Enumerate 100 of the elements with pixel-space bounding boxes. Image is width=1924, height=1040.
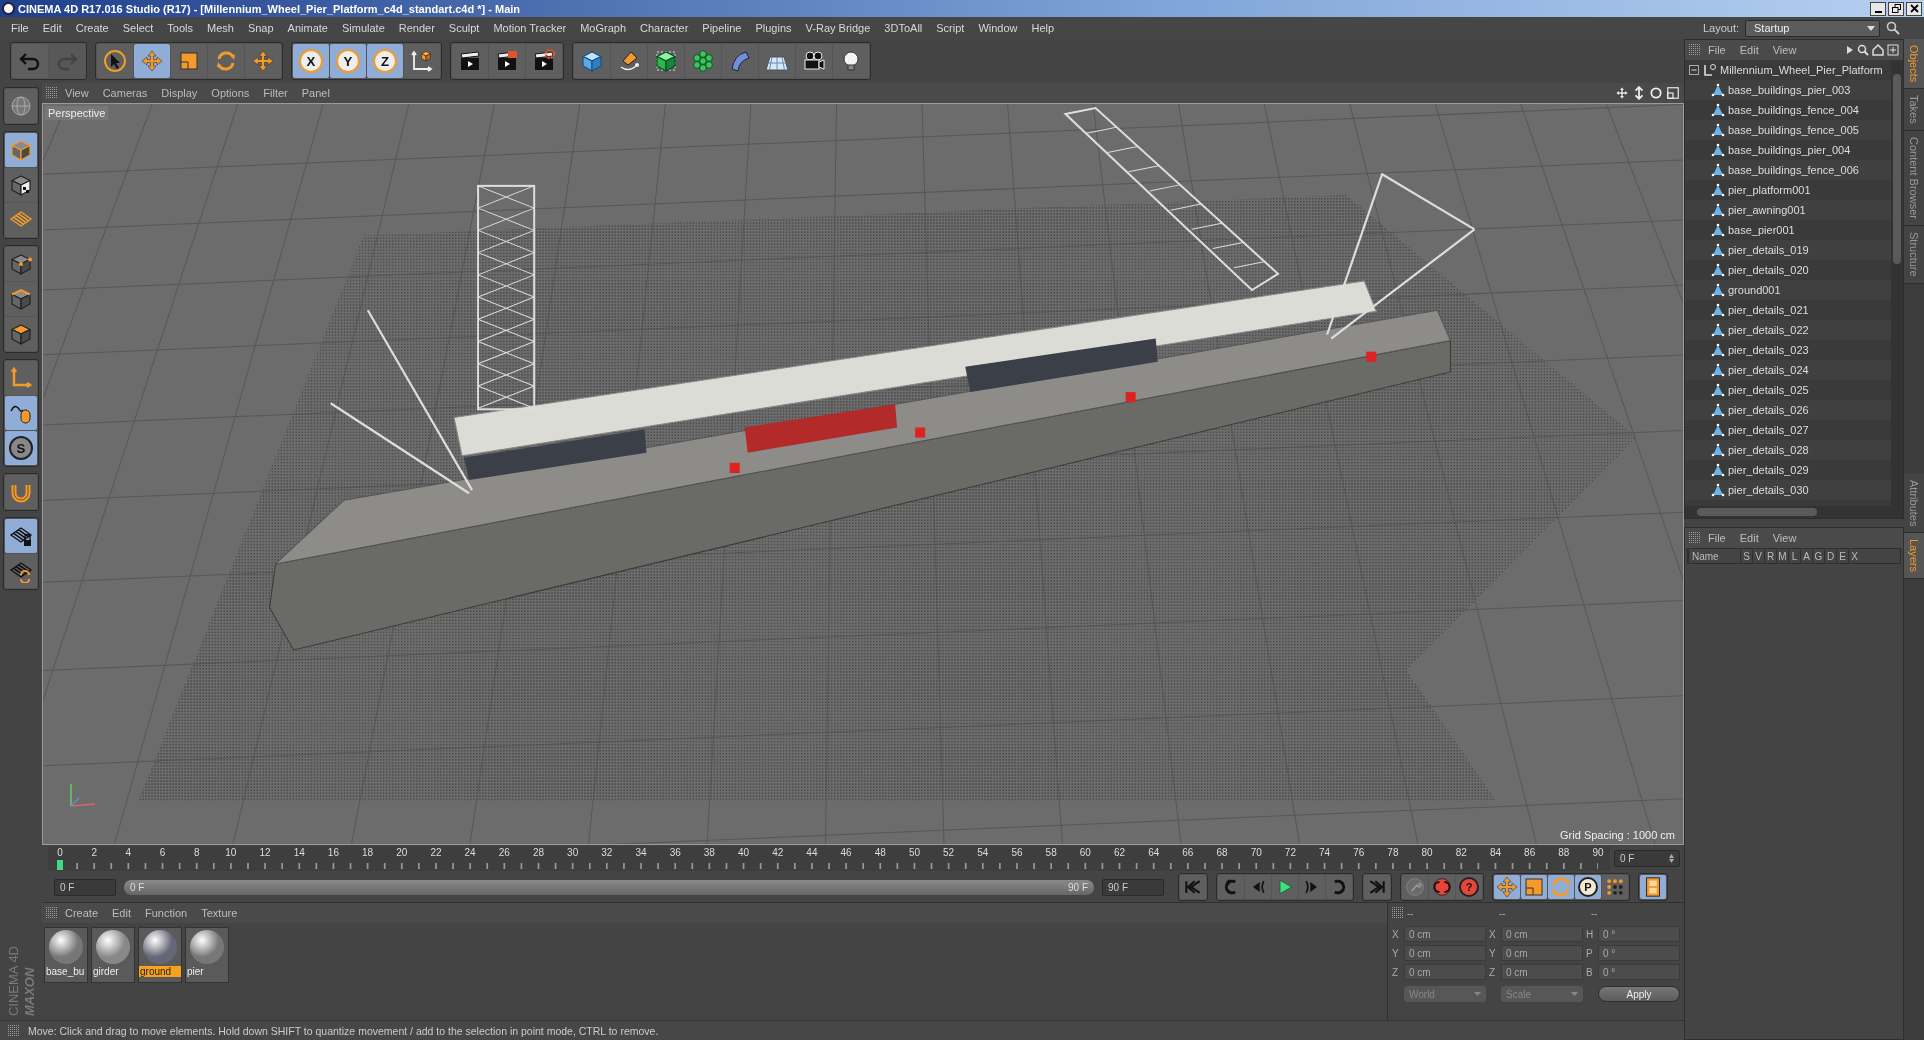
tweak-button[interactable]: [5, 396, 37, 430]
orbit-icon[interactable]: [1649, 86, 1663, 100]
menu-item[interactable]: Mesh: [200, 22, 241, 34]
coordinate-field[interactable]: 0 cm: [1404, 964, 1486, 980]
axis-button[interactable]: Z: [367, 44, 403, 78]
select-button[interactable]: [97, 44, 133, 78]
column-header[interactable]: E: [1836, 549, 1848, 563]
layer-menu-item[interactable]: File: [1701, 532, 1733, 544]
render-button[interactable]: [489, 44, 525, 78]
material-menu-item[interactable]: Edit: [105, 907, 138, 919]
menu-item[interactable]: Sculpt: [441, 22, 487, 34]
menu-item[interactable]: Window: [971, 22, 1025, 34]
coordinate-field[interactable]: 0 cm: [1404, 926, 1486, 942]
dolly-icon[interactable]: [1632, 86, 1646, 100]
grip-icon[interactable]: [46, 87, 58, 99]
polygons-button[interactable]: [5, 317, 37, 351]
column-header[interactable]: D: [1824, 549, 1836, 563]
column-header[interactable]: Name: [1688, 549, 1740, 563]
snap-button[interactable]: S: [5, 431, 37, 465]
layer-menu-item[interactable]: View: [1765, 532, 1804, 544]
search-icon[interactable]: [1886, 21, 1900, 35]
menu-item[interactable]: Plugins: [748, 22, 799, 34]
texture-button[interactable]: [5, 168, 37, 202]
object-menu-item[interactable]: File: [1701, 44, 1733, 56]
autokey-button[interactable]: ?: [1456, 875, 1482, 899]
coordinate-field[interactable]: 0 cm: [1501, 945, 1583, 961]
record-button[interactable]: [1429, 875, 1455, 899]
object-tree-row[interactable]: base_buildings_fence_005: [1685, 120, 1891, 140]
object-tree-row[interactable]: pier_details_024: [1685, 360, 1891, 380]
frame-range-slider[interactable]: 0 F 90 F: [124, 879, 1094, 895]
material-swatch[interactable]: base_bu: [44, 927, 88, 983]
coordinate-field[interactable]: 0 °: [1598, 964, 1680, 980]
points-grid-button[interactable]: [1602, 875, 1628, 899]
viewport-menu-item[interactable]: Cameras: [95, 87, 155, 99]
maximize-view-icon[interactable]: [1666, 86, 1680, 100]
menu-item[interactable]: Create: [68, 22, 116, 34]
column-header[interactable]: R: [1764, 549, 1776, 563]
coordinate-field[interactable]: 0 cm: [1501, 964, 1583, 980]
param-button[interactable]: P: [1575, 875, 1601, 899]
material-menu-item[interactable]: Texture: [194, 907, 245, 919]
camera-button[interactable]: [796, 44, 832, 78]
timeline-ruler[interactable]: 0 2 4 6 8 10 12 14 16 18 20 22 24 26 28 30 32 34 36 38 40 42 44 46 48 50 52 54 56 58 60 62 64 66 68 70 72 74 76 78 80 82 84 86 88 90: [48, 846, 1610, 871]
object-tree-row[interactable]: pier_details_030: [1685, 480, 1891, 500]
axis-mode-button[interactable]: [5, 361, 37, 395]
deformer-button[interactable]: [722, 44, 758, 78]
minimize-button[interactable]: [1870, 1, 1886, 16]
transform-button[interactable]: [245, 44, 281, 78]
object-tree-row[interactable]: ground001: [1685, 280, 1891, 300]
object-tree-row[interactable]: pier_awning001: [1685, 200, 1891, 220]
points-button[interactable]: [5, 247, 37, 281]
close-button[interactable]: [1906, 1, 1922, 16]
pan-icon[interactable]: [1615, 86, 1629, 100]
side-tab[interactable]: Content Browser: [1904, 131, 1924, 226]
side-tab[interactable]: Attributes: [1904, 473, 1924, 534]
undo-button[interactable]: [12, 44, 48, 78]
material-swatch[interactable]: pier: [185, 927, 229, 983]
scale-button[interactable]: [171, 44, 207, 78]
menu-item[interactable]: 3DToAll: [877, 22, 930, 34]
material-menu-item[interactable]: Function: [138, 907, 195, 919]
restore-button[interactable]: [1888, 1, 1904, 16]
render-settings-button[interactable]: [526, 44, 562, 78]
side-tab[interactable]: Objects: [1904, 39, 1924, 90]
grip-icon[interactable]: [1689, 44, 1701, 56]
coordinate-field[interactable]: 0 °: [1598, 926, 1680, 942]
next-key-button[interactable]: [1326, 875, 1352, 899]
menu-item[interactable]: V-Ray Bridge: [798, 22, 878, 34]
object-tree-row[interactable]: pier_details_022: [1685, 320, 1891, 340]
array-button[interactable]: [685, 44, 721, 78]
search-icon[interactable]: [1857, 44, 1869, 56]
viewport-menu-item[interactable]: Display: [154, 87, 205, 99]
current-frame-field[interactable]: 0 F: [1614, 850, 1680, 867]
apply-button[interactable]: Apply: [1598, 986, 1680, 1002]
pen-button[interactable]: [611, 44, 647, 78]
end-frame-field[interactable]: 90 F: [1102, 878, 1164, 896]
menu-item[interactable]: Animate: [280, 22, 335, 34]
cube-button[interactable]: [574, 44, 610, 78]
prev-frame-button[interactable]: [1245, 875, 1271, 899]
layout-dropdown[interactable]: Startup: [1745, 19, 1880, 37]
column-header[interactable]: S: [1740, 549, 1752, 563]
prev-key-button[interactable]: [1218, 875, 1244, 899]
light-button[interactable]: [833, 44, 869, 78]
menu-item[interactable]: Tools: [160, 22, 200, 34]
start-frame-field[interactable]: 0 F: [54, 878, 116, 896]
column-header[interactable]: G: [1812, 549, 1824, 563]
play-button[interactable]: [1272, 875, 1298, 899]
grip-icon[interactable]: [1689, 532, 1701, 544]
viewport-menu-item[interactable]: View: [58, 87, 96, 99]
layer-menu-item[interactable]: Edit: [1732, 532, 1766, 544]
collapse-icon[interactable]: [1689, 64, 1700, 76]
menu-item[interactable]: Edit: [35, 22, 69, 34]
column-header[interactable]: M: [1776, 549, 1788, 563]
object-tree-row[interactable]: pier_details_026: [1685, 400, 1891, 420]
menu-item[interactable]: Motion Tracker: [486, 22, 574, 34]
viewport-menu-item[interactable]: Filter: [256, 87, 295, 99]
object-menu-item[interactable]: View: [1765, 44, 1804, 56]
next-frame-button[interactable]: [1299, 875, 1325, 899]
vertical-scrollbar[interactable]: [1891, 60, 1903, 506]
horizontal-scrollbar[interactable]: [1685, 506, 1903, 518]
object-tree-row[interactable]: pier_details_019: [1685, 240, 1891, 260]
coordinate-field[interactable]: 0 cm: [1404, 945, 1486, 961]
